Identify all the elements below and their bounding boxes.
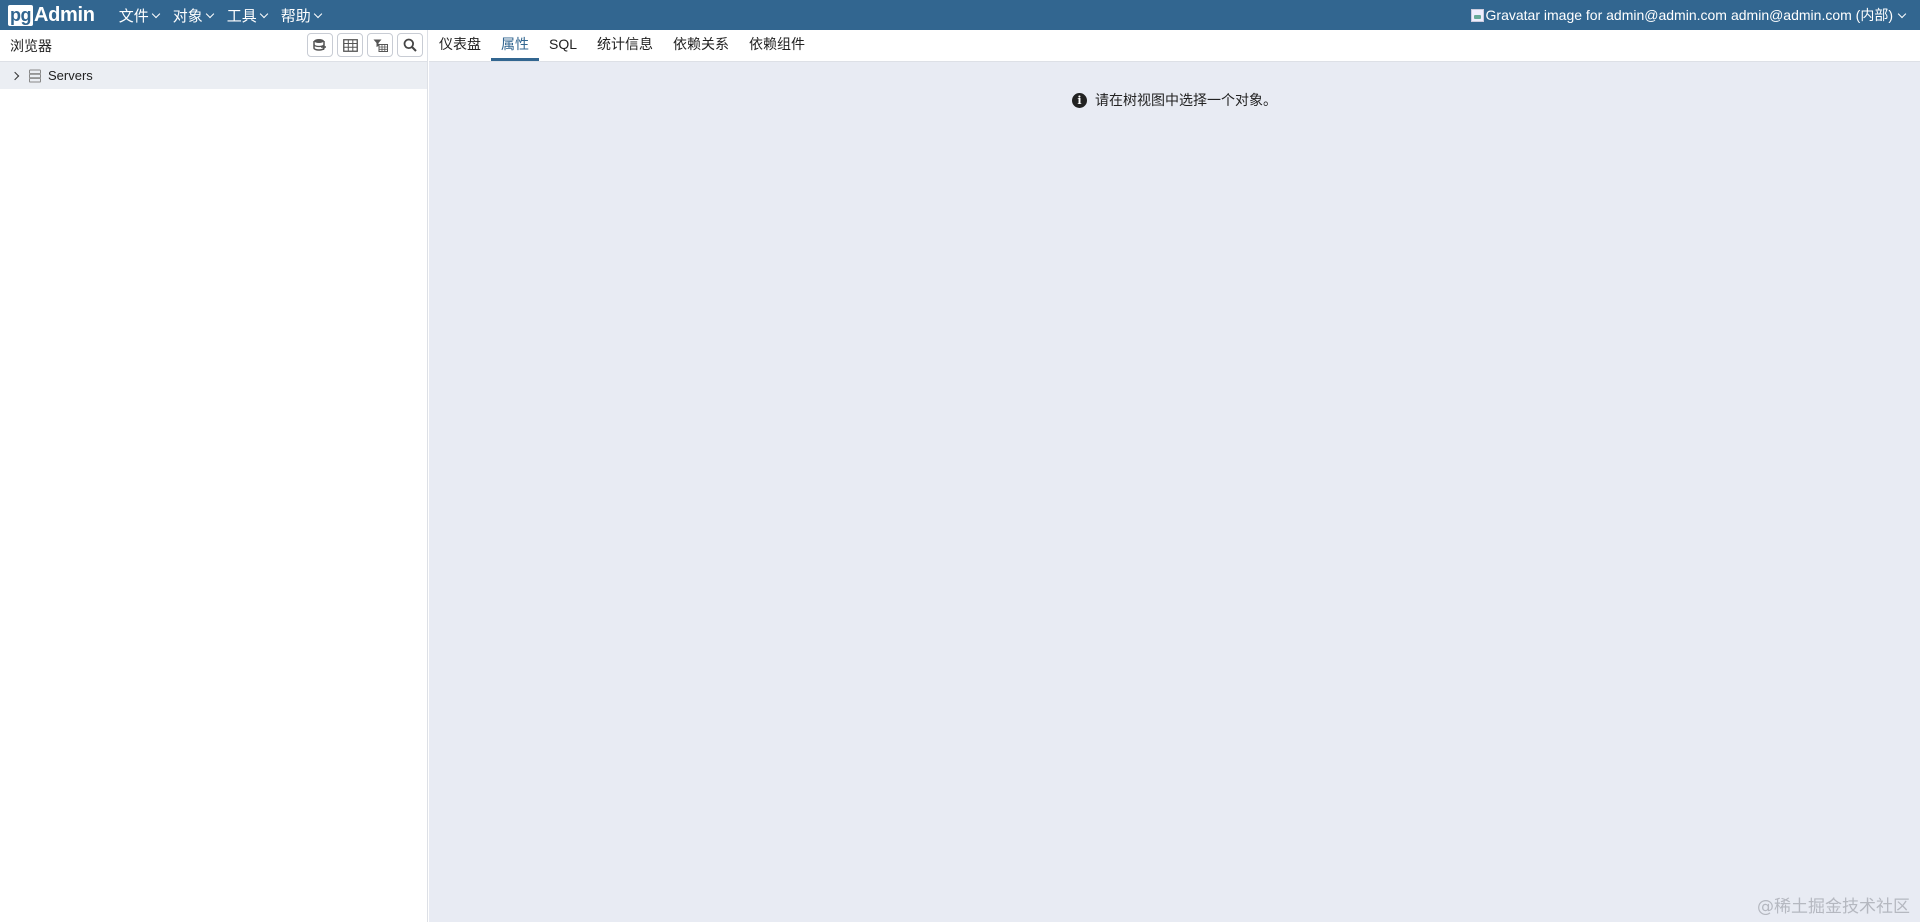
tab-properties[interactable]: 属性 — [491, 30, 539, 61]
tab-dashboard[interactable]: 仪表盘 — [429, 30, 491, 61]
tree-label-servers: Servers — [48, 68, 93, 83]
menu-help-label: 帮助 — [280, 7, 311, 25]
menu-file[interactable]: 文件 — [118, 5, 160, 26]
browser-header: 浏览器 — [0, 30, 427, 62]
main-tabbar: 仪表盘 属性 SQL 统计信息 依赖关系 依赖组件 — [429, 30, 1920, 62]
menu-tools[interactable]: 工具 — [226, 5, 269, 26]
chevron-right-icon[interactable] — [10, 71, 20, 80]
tab-statistics[interactable]: 统计信息 — [587, 30, 663, 61]
view-data-button[interactable] — [337, 33, 363, 57]
menu-help[interactable]: 帮助 — [280, 5, 323, 26]
top-navbar: pg Admin 文件 对象 工具 帮助 Gravatar image for … — [0, 0, 1920, 30]
chevron-down-icon — [151, 9, 160, 18]
logo-pg: pg — [8, 4, 33, 26]
user-name: admin@admin.com (内部) — [1730, 7, 1893, 23]
menu-file-label: 文件 — [118, 7, 149, 25]
search-icon — [403, 38, 417, 52]
info-icon: i — [1072, 92, 1087, 108]
filtered-rows-button[interactable] — [367, 33, 393, 57]
query-tool-icon — [313, 39, 326, 51]
menu-tools-label: 工具 — [226, 7, 257, 25]
chevron-down-icon — [313, 9, 323, 18]
gravatar-alt-text: Gravatar image for admin@admin.com — [1485, 7, 1727, 23]
main-menu: 文件 对象 工具 帮助 — [119, 0, 335, 30]
pgadmin-logo[interactable]: pg Admin — [8, 0, 95, 30]
servers-icon — [29, 69, 41, 82]
tab-properties-label: 属性 — [501, 36, 529, 52]
user-menu[interactable]: Gravatar image for admin@admin.com admin… — [1470, 0, 1907, 30]
chevron-down-icon — [259, 9, 269, 18]
tab-dashboard-label: 仪表盘 — [439, 36, 481, 52]
tab-sql-label: SQL — [549, 36, 578, 52]
browser-panel: 浏览器 Servers — [0, 30, 428, 922]
chevron-down-icon — [205, 9, 214, 18]
logo-admin: Admin — [34, 3, 95, 26]
menu-object[interactable]: 对象 — [172, 5, 214, 26]
search-objects-button[interactable] — [397, 33, 423, 57]
watermark: @稀土掘金技术社区 — [1757, 897, 1910, 917]
filtered-rows-icon — [373, 39, 388, 52]
tree-node-servers[interactable]: Servers — [0, 62, 427, 89]
tab-dependencies-label: 依赖关系 — [673, 36, 730, 52]
browser-toolbar — [303, 33, 423, 57]
menu-object-label: 对象 — [172, 7, 203, 25]
view-data-icon — [342, 38, 358, 52]
browser-title: 浏览器 — [10, 37, 52, 54]
broken-image-icon — [1470, 8, 1484, 22]
tab-dependencies[interactable]: 依赖关系 — [663, 30, 739, 61]
gravatar-image: Gravatar image for admin@admin.com — [1470, 7, 1727, 23]
tab-sql[interactable]: SQL — [539, 30, 587, 61]
tab-dependents[interactable]: 依赖组件 — [739, 30, 815, 61]
tab-statistics-label: 统计信息 — [597, 36, 654, 52]
query-tool-button[interactable] — [307, 33, 333, 57]
tab-dependents-label: 依赖组件 — [749, 36, 806, 52]
select-object-message: i 请在树视图中选择一个对象。 — [429, 90, 1920, 110]
select-object-text: 请在树视图中选择一个对象。 — [1095, 92, 1277, 108]
main-content: 仪表盘 属性 SQL 统计信息 依赖关系 依赖组件 i 请在树视图中选择一个对象… — [429, 30, 1920, 922]
chevron-down-icon — [1897, 9, 1907, 18]
